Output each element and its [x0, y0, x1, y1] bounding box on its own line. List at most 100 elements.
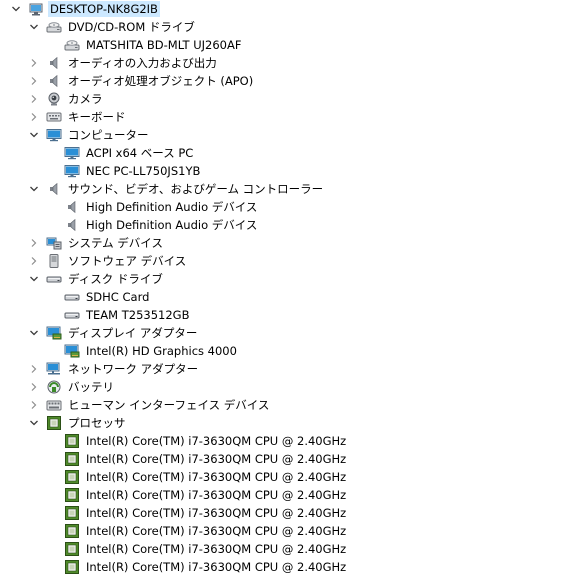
chevron-right-icon[interactable]	[28, 111, 40, 123]
speaker-icon	[64, 199, 80, 215]
device-item[interactable]: ACPI x64 ベース PC	[46, 144, 195, 162]
device-category[interactable]: ディスク ドライブ	[28, 270, 165, 288]
device-label: Intel(R) Core(TM) i7-3630QM CPU @ 2.40GH…	[86, 488, 347, 502]
device-label: Intel(R) Core(TM) i7-3630QM CPU @ 2.40GH…	[86, 542, 347, 556]
processor-icon	[64, 451, 80, 467]
chevron-right-icon[interactable]	[28, 237, 40, 249]
battery-icon	[46, 379, 62, 395]
device-category[interactable]: ネットワーク アダプター	[28, 360, 200, 378]
speaker-icon	[46, 181, 62, 197]
disk-drive-icon	[64, 307, 80, 323]
chevron-right-icon[interactable]	[28, 57, 40, 69]
chevron-down-icon[interactable]	[28, 417, 40, 429]
device-category[interactable]: プロセッサ	[28, 414, 128, 432]
device-category[interactable]: DESKTOP-NK8G2IB	[10, 0, 160, 18]
device-label: High Definition Audio デバイス	[86, 218, 258, 232]
speaker-icon	[46, 55, 62, 71]
chevron-right-icon[interactable]	[28, 75, 40, 87]
device-label: NEC PC-LL750JS1YB	[86, 164, 201, 178]
device-category[interactable]: キーボード	[28, 108, 128, 126]
device-label: TEAM T253512GB	[86, 308, 190, 322]
processor-icon	[64, 559, 80, 574]
computer-root-icon	[28, 1, 44, 17]
device-label: Intel(R) Core(TM) i7-3630QM CPU @ 2.40GH…	[86, 452, 347, 466]
device-label: ヒューマン インターフェイス デバイス	[68, 398, 270, 412]
device-item[interactable]: Intel(R) Core(TM) i7-3630QM CPU @ 2.40GH…	[46, 504, 348, 522]
device-item[interactable]: NEC PC-LL750JS1YB	[46, 162, 202, 180]
optical-drive-icon	[64, 37, 80, 53]
chevron-right-icon[interactable]	[28, 399, 40, 411]
disk-drive-icon	[46, 271, 62, 287]
device-category[interactable]: バッテリ	[28, 378, 116, 396]
disk-drive-icon	[64, 289, 80, 305]
device-label: ディスク ドライブ	[68, 272, 163, 286]
device-tree[interactable]: DESKTOP-NK8G2IB DVD/CD-ROM ドライブ MATSHITA B…	[0, 0, 574, 574]
monitor-icon	[64, 145, 80, 161]
processor-icon	[64, 523, 80, 539]
display-adapter-icon	[46, 325, 62, 341]
device-label: ネットワーク アダプター	[68, 362, 199, 376]
chevron-down-icon[interactable]	[28, 327, 40, 339]
device-label: システム デバイス	[68, 236, 163, 250]
device-category[interactable]: ソフトウェア デバイス	[28, 252, 188, 270]
device-item[interactable]: TEAM T253512GB	[46, 306, 191, 324]
display-adapter-icon	[64, 343, 80, 359]
device-category[interactable]: ディスプレイ アダプター	[28, 324, 199, 342]
device-item[interactable]: Intel(R) Core(TM) i7-3630QM CPU @ 2.40GH…	[46, 522, 348, 540]
network-adapter-icon	[46, 361, 62, 377]
device-label: Intel(R) Core(TM) i7-3630QM CPU @ 2.40GH…	[86, 560, 347, 574]
chevron-right-icon[interactable]	[28, 93, 40, 105]
device-category[interactable]: システム デバイス	[28, 234, 165, 252]
device-category[interactable]: サウンド、ビデオ、およびゲーム コントローラー	[28, 180, 325, 198]
device-item[interactable]: High Definition Audio デバイス	[46, 198, 259, 216]
device-label: Intel(R) HD Graphics 4000	[86, 344, 237, 358]
device-label: プロセッサ	[68, 416, 126, 430]
chevron-down-icon[interactable]	[28, 21, 40, 33]
device-item[interactable]: SDHC Card	[46, 288, 151, 306]
device-item[interactable]: Intel(R) Core(TM) i7-3630QM CPU @ 2.40GH…	[46, 558, 348, 574]
device-label: MATSHITA BD-MLT UJ260AF	[86, 38, 242, 52]
monitor-icon	[46, 127, 62, 143]
device-label: サウンド、ビデオ、およびゲーム コントローラー	[68, 182, 324, 196]
device-category[interactable]: カメラ	[28, 90, 105, 108]
device-item[interactable]: Intel(R) Core(TM) i7-3630QM CPU @ 2.40GH…	[46, 432, 348, 450]
chevron-right-icon[interactable]	[28, 381, 40, 393]
device-item[interactable]: Intel(R) Core(TM) i7-3630QM CPU @ 2.40GH…	[46, 540, 348, 558]
chevron-right-icon[interactable]	[28, 255, 40, 267]
chevron-down-icon[interactable]	[28, 273, 40, 285]
device-item[interactable]: Intel(R) HD Graphics 4000	[46, 342, 239, 360]
processor-icon	[64, 505, 80, 521]
device-item[interactable]: High Definition Audio デバイス	[46, 216, 259, 234]
device-category[interactable]: オーディオの入力および出力	[28, 54, 219, 72]
chevron-down-icon[interactable]	[10, 3, 22, 15]
device-label: オーディオの入力および出力	[68, 56, 217, 70]
device-category[interactable]: オーディオ処理オブジェクト (APO)	[28, 72, 255, 90]
device-label: SDHC Card	[86, 290, 150, 304]
processor-icon	[64, 433, 80, 449]
chevron-right-icon[interactable]	[28, 363, 40, 375]
chevron-down-icon[interactable]	[28, 129, 40, 141]
device-category[interactable]: DVD/CD-ROM ドライブ	[28, 18, 197, 36]
device-label: ACPI x64 ベース PC	[86, 146, 194, 160]
device-label: DESKTOP-NK8G2IB	[48, 1, 160, 17]
camera-icon	[46, 91, 62, 107]
device-category[interactable]: ヒューマン インターフェイス デバイス	[28, 396, 271, 414]
device-item[interactable]: Intel(R) Core(TM) i7-3630QM CPU @ 2.40GH…	[46, 450, 348, 468]
device-item[interactable]: Intel(R) Core(TM) i7-3630QM CPU @ 2.40GH…	[46, 486, 348, 504]
system-device-icon	[46, 235, 62, 251]
device-item[interactable]: Intel(R) Core(TM) i7-3630QM CPU @ 2.40GH…	[46, 468, 348, 486]
device-item[interactable]: MATSHITA BD-MLT UJ260AF	[46, 36, 243, 54]
monitor-icon	[64, 163, 80, 179]
device-label: Intel(R) Core(TM) i7-3630QM CPU @ 2.40GH…	[86, 434, 347, 448]
device-category[interactable]: コンピューター	[28, 126, 151, 144]
chevron-down-icon[interactable]	[28, 183, 40, 195]
